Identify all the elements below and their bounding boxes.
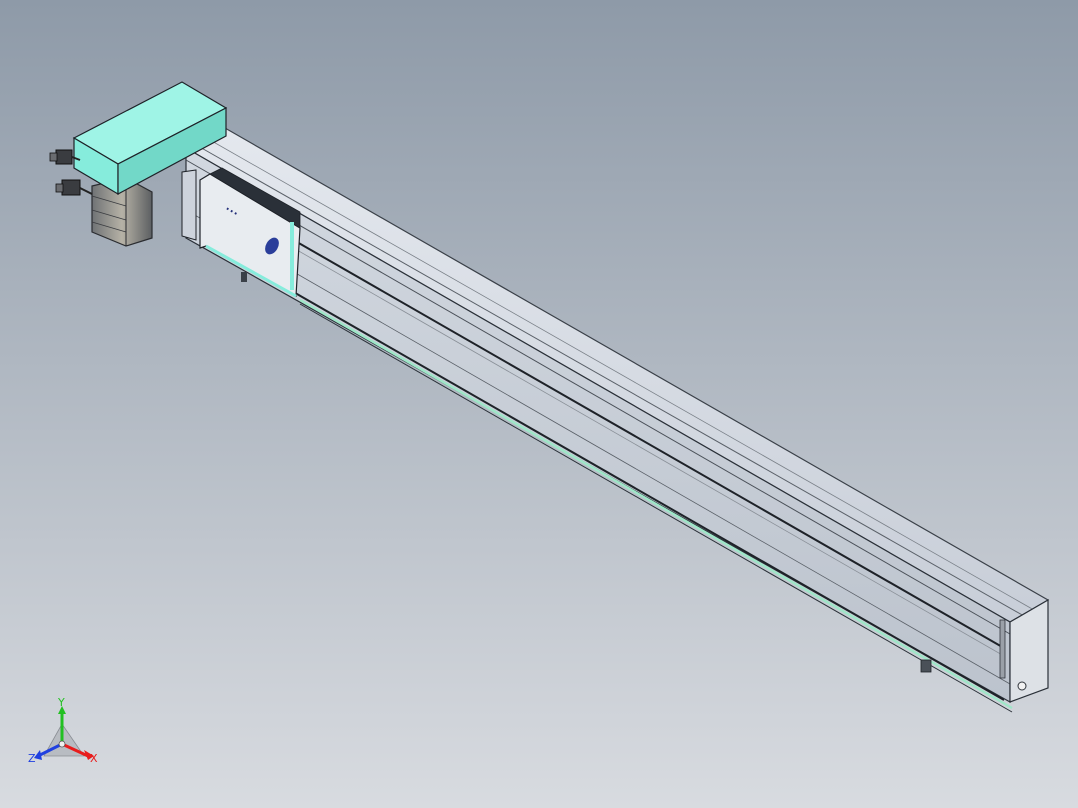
end-cap-hole — [1017, 681, 1027, 691]
triad-z-label: Z — [28, 752, 36, 765]
3d-viewport[interactable]: ... Y X Z — [0, 0, 1078, 808]
rail-end-plate — [181, 169, 197, 241]
model-canvas[interactable]: ... Y X Z — [0, 0, 1078, 808]
triad-x-label: X — [90, 752, 98, 765]
triad-origin — [58, 740, 66, 748]
triad-y-label: Y — [57, 696, 65, 709]
carriage-fixing — [241, 272, 247, 282]
end-cap-slot — [999, 619, 1006, 679]
sensor-connector — [920, 659, 932, 673]
